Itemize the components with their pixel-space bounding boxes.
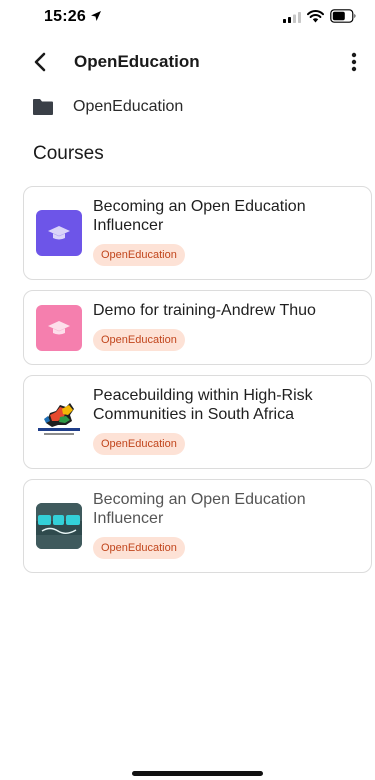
course-title: Peacebuilding within High-Risk Communiti… — [93, 387, 313, 423]
folder-breadcrumb[interactable]: OpenEducation — [32, 94, 183, 120]
course-tag: OpenEducation — [93, 433, 185, 455]
page-title: OpenEducation — [74, 52, 200, 71]
course-title: Demo for training-Andrew Thuo — [93, 302, 316, 319]
course-thumbnail — [36, 305, 82, 351]
course-card[interactable]: Becoming an Open Education Influencer Op… — [23, 479, 372, 573]
course-tag: OpenEducation — [93, 244, 185, 266]
app-bar: OpenEducation — [0, 40, 375, 84]
course-thumbnail — [36, 210, 82, 256]
folder-label: OpenEducation — [73, 98, 184, 115]
course-thumbnail — [36, 399, 82, 445]
status-time: 15:26 — [44, 8, 86, 25]
back-arrow-icon — [34, 52, 46, 72]
graduation-cap-icon — [48, 226, 70, 240]
more-vertical-icon — [351, 52, 357, 72]
location-arrow-icon — [91, 11, 101, 21]
status-bar: 15:26 — [0, 0, 375, 36]
home-indicator[interactable] — [132, 771, 263, 776]
course-tag: OpenEducation — [93, 537, 185, 559]
cellular-signal-icon — [283, 12, 301, 23]
section-title: Courses — [33, 143, 104, 164]
folder-icon — [33, 99, 53, 115]
course-tag: OpenEducation — [93, 329, 185, 351]
wifi-icon — [307, 10, 324, 23]
graduation-cap-icon — [48, 321, 70, 335]
course-title: Becoming an Open Education Influencer — [93, 491, 306, 527]
peacebuilding-logo — [38, 403, 80, 435]
more-options-button[interactable] — [342, 48, 366, 76]
course-card[interactable]: Becoming an Open Education Influencer Op… — [23, 186, 372, 280]
battery-icon — [330, 9, 356, 23]
course-list: Becoming an Open Education Influencer Op… — [23, 186, 372, 583]
course-card[interactable]: Peacebuilding within High-Risk Communiti… — [23, 375, 372, 469]
back-button[interactable] — [26, 48, 54, 76]
course-card[interactable]: Demo for training-Andrew Thuo OpenEducat… — [23, 290, 372, 365]
course-thumbnail — [36, 503, 82, 549]
course-title: Becoming an Open Education Influencer — [93, 198, 306, 234]
open-education-logo — [36, 503, 82, 549]
